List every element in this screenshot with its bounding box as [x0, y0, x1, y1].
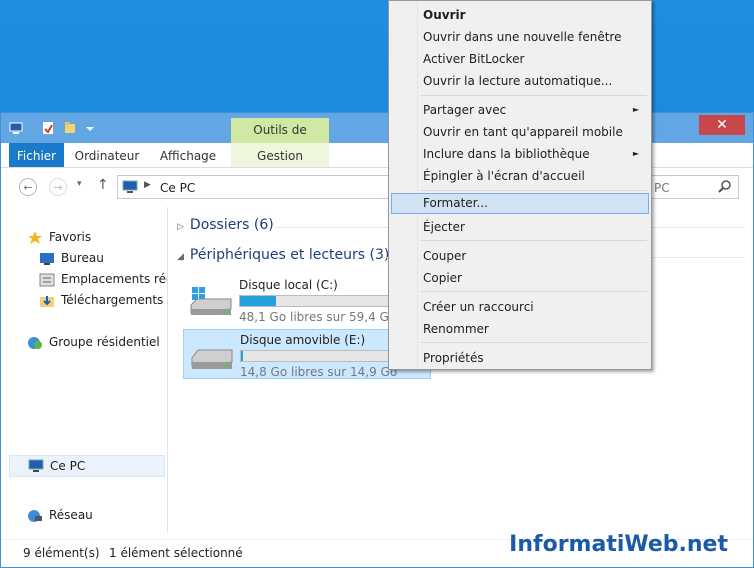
computer-icon[interactable] — [9, 121, 23, 135]
submenu-arrow-icon: ► — [632, 149, 639, 158]
context-menu: Ouvrir Ouvrir dans une nouvelle fenêtre … — [388, 0, 652, 370]
expand-chevron-icon: ▷ — [177, 222, 184, 232]
menu-item-label: Ouvrir dans une nouvelle fenêtre — [423, 30, 622, 44]
group-header-dossiers[interactable]: ▷ Dossiers (6) — [177, 217, 274, 233]
menu-item-label: Inclure dans la bibliothèque — [423, 147, 590, 161]
menu-item-label: Partager avec — [423, 103, 507, 117]
menu-item-label: Créer un raccourci — [423, 300, 534, 314]
navigation-pane: Favoris Bureau Emplacements récen Téléch… — [1, 207, 168, 533]
selection-count: 1 élément sélectionné — [109, 546, 243, 560]
back-button[interactable]: ← — [19, 178, 37, 196]
tab-affichage[interactable]: Affichage — [153, 143, 223, 167]
item-count: 9 élément(s) — [23, 546, 100, 560]
menu-item-lecture-auto[interactable]: Ouvrir la lecture automatique... — [391, 71, 649, 91]
drive-usage-fill — [241, 351, 243, 361]
sidebar-item-label: Groupe résidentiel — [49, 335, 160, 349]
tab-gestion[interactable]: Gestion — [241, 143, 319, 167]
sidebar-item-label: Téléchargements — [61, 293, 164, 307]
sidebar-item-groupe-residentiel[interactable]: Groupe résidentiel — [27, 332, 160, 352]
removable-drive-icon — [190, 342, 234, 370]
menu-item-formater[interactable]: Formater... — [391, 193, 649, 214]
menu-separator — [421, 95, 647, 96]
breadcrumb[interactable]: Ce PC — [160, 181, 195, 195]
watermark-logo: InformatiWeb.net — [509, 532, 728, 557]
close-button[interactable]: ✕ — [699, 115, 745, 135]
menu-item-nouvelle-fenetre[interactable]: Ouvrir dans une nouvelle fenêtre — [391, 27, 649, 47]
downloads-icon — [39, 294, 55, 308]
menu-item-proprietes[interactable]: Propriétés — [391, 348, 649, 368]
menu-separator — [421, 291, 647, 292]
drive-name: Disque amovible (E:) — [240, 333, 366, 347]
sidebar-item-label: Réseau — [49, 508, 93, 522]
menu-item-raccourci[interactable]: Créer un raccourci — [391, 297, 649, 317]
sidebar-item-label: Ce PC — [50, 459, 86, 473]
tab-fichier[interactable]: Fichier — [9, 143, 64, 167]
sidebar-item-label: Bureau — [61, 251, 104, 265]
forward-button[interactable]: → — [49, 178, 67, 196]
menu-item-couper[interactable]: Couper — [391, 246, 649, 266]
sidebar-item-telechargements[interactable]: Téléchargements — [39, 290, 163, 310]
menu-item-ejecter[interactable]: Éjecter — [391, 217, 649, 237]
menu-item-ouvrir[interactable]: Ouvrir — [391, 5, 649, 25]
sidebar-item-ce-pc[interactable]: Ce PC — [9, 455, 165, 477]
drive-free-space: 14,8 Go libres sur 14,9 Go — [240, 365, 398, 379]
desktop-icon — [39, 252, 55, 266]
menu-separator — [421, 190, 647, 191]
group-header-label: Dossiers (6) — [189, 217, 274, 233]
sidebar-item-bureau[interactable]: Bureau — [39, 248, 104, 268]
menu-item-label: Ouvrir en tant qu'appareil mobile — [423, 125, 623, 139]
recent-locations-icon[interactable]: ▾ — [77, 179, 82, 189]
drive-usage-fill — [240, 296, 276, 306]
menu-item-partager[interactable]: Partager avec ► — [391, 100, 649, 120]
menu-item-label: Éjecter — [423, 220, 465, 234]
menu-item-label: Couper — [423, 249, 467, 263]
submenu-arrow-icon: ► — [632, 105, 639, 114]
menu-item-bibliotheque[interactable]: Inclure dans la bibliothèque ► — [391, 144, 649, 164]
menu-item-bitlocker[interactable]: Activer BitLocker — [391, 49, 649, 69]
properties-icon[interactable] — [41, 121, 55, 135]
search-icon — [718, 179, 732, 196]
collapse-chevron-icon: ◢ — [177, 252, 184, 262]
menu-item-label: Activer BitLocker — [423, 52, 525, 66]
tab-ordinateur[interactable]: Ordinateur — [69, 143, 145, 167]
search-placeholder: PC — [654, 181, 670, 195]
sidebar-item-reseau[interactable]: Réseau — [27, 505, 93, 525]
address-bar[interactable]: ▶ Ce PC — [117, 175, 397, 199]
chevron-down-icon[interactable] — [85, 123, 99, 137]
windows-drive-icon — [189, 287, 233, 315]
up-arrow-icon[interactable]: ↑ — [97, 177, 109, 193]
computer-icon — [122, 180, 138, 197]
recent-places-icon — [39, 273, 55, 287]
new-folder-icon[interactable] — [63, 121, 77, 135]
drive-name: Disque local (C:) — [239, 278, 338, 292]
homegroup-icon — [27, 336, 43, 350]
menu-item-label: Ouvrir — [423, 8, 466, 22]
tab-context-drive-tools[interactable]: Outils de lecteur — [231, 118, 329, 162]
menu-item-label: Épingler à l'écran d'accueil — [423, 169, 585, 183]
star-icon — [27, 230, 43, 245]
menu-separator — [421, 240, 647, 241]
menu-item-epingler[interactable]: Épingler à l'écran d'accueil — [391, 166, 649, 186]
network-icon — [27, 509, 43, 523]
group-header-peripheriques[interactable]: ◢ Périphériques et lecteurs (3) — [177, 247, 389, 263]
menu-item-label: Formater... — [423, 196, 488, 210]
sidebar-item-favoris[interactable]: Favoris — [27, 227, 91, 247]
menu-item-appareil-mobile[interactable]: Ouvrir en tant qu'appareil mobile — [391, 122, 649, 142]
menu-item-copier[interactable]: Copier — [391, 268, 649, 288]
sidebar-item-label: Favoris — [49, 230, 92, 244]
menu-item-renommer[interactable]: Renommer — [391, 319, 649, 339]
menu-item-label: Copier — [423, 271, 462, 285]
menu-item-label: Renommer — [423, 322, 489, 336]
breadcrumb-chevron-icon: ▶ — [144, 180, 151, 190]
drive-free-space: 48,1 Go libres sur 59,4 Go — [239, 310, 397, 324]
menu-item-label: Propriétés — [423, 351, 484, 365]
sidebar-item-emplacements[interactable]: Emplacements récen — [39, 269, 167, 289]
sidebar-item-label: Emplacements récen — [61, 272, 167, 286]
computer-icon — [28, 459, 44, 476]
menu-item-label: Ouvrir la lecture automatique... — [423, 74, 613, 88]
group-header-label: Périphériques et lecteurs (3) — [189, 247, 390, 263]
menu-separator — [421, 342, 647, 343]
